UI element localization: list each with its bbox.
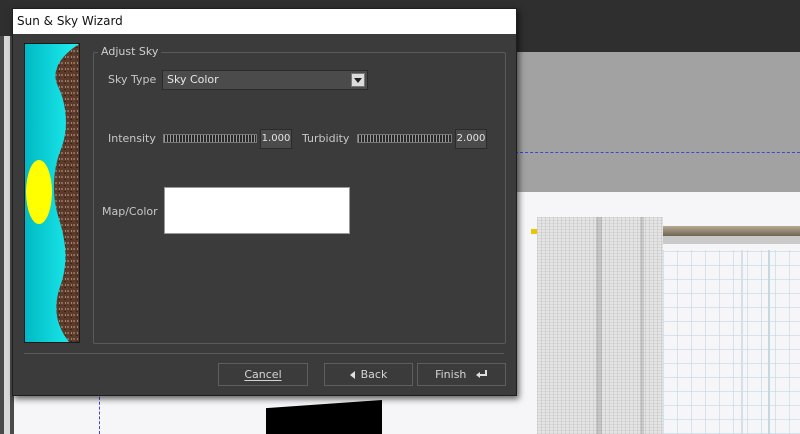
sky-type-selected-value: Sky Color [167,73,219,86]
chevron-down-icon[interactable] [351,73,365,87]
sky-preview-graphic [25,44,79,342]
finish-button[interactable]: Finish [417,363,506,386]
adjust-sky-legend: Adjust Sky [98,45,162,58]
viewport-horizon-guide [515,152,800,153]
viewport-sky-area-right [515,52,800,192]
finish-button-label: Finish [435,368,467,381]
scene-post [768,250,770,434]
enter-icon [475,365,488,386]
column-groove [640,217,644,434]
sun-sky-wizard-dialog: Sun & Sky Wizard Adjust Sky Sky Type Sky… [12,8,517,396]
map-color-swatch[interactable] [164,187,350,234]
intensity-value-field[interactable]: 1.000 [260,129,292,149]
turbidity-slider[interactable] [357,134,452,143]
footer-divider [24,353,504,354]
back-arrow-icon [349,371,355,379]
sky-type-label: Sky Type [108,73,157,86]
sky-type-dropdown[interactable]: Sky Color [162,70,368,90]
dialog-title[interactable]: Sun & Sky Wizard [13,9,516,34]
cancel-button[interactable]: Cancel [218,363,308,386]
scene-light-marker [531,229,537,234]
scene-post [741,250,743,434]
map-color-label: Map/Color [102,205,158,218]
intensity-slider[interactable] [163,134,257,143]
turbidity-value-field[interactable]: 2.000 [455,129,487,149]
sun-icon [26,160,52,224]
scene-beam-shadow [663,236,800,244]
back-button[interactable]: Back [324,363,413,386]
back-button-label: Back [360,368,388,381]
scene-wood-beam [663,226,800,236]
viewport-vertical-guide [99,392,100,434]
column-groove [596,217,602,434]
sky-preview-image [24,43,80,343]
turbidity-label: Turbidity [302,132,350,145]
scene-grid-floor [663,250,800,434]
viewport-left-frame-highlight [4,36,10,434]
cancel-button-label: Cancel [244,368,282,381]
intensity-label: Intensity [108,132,156,145]
